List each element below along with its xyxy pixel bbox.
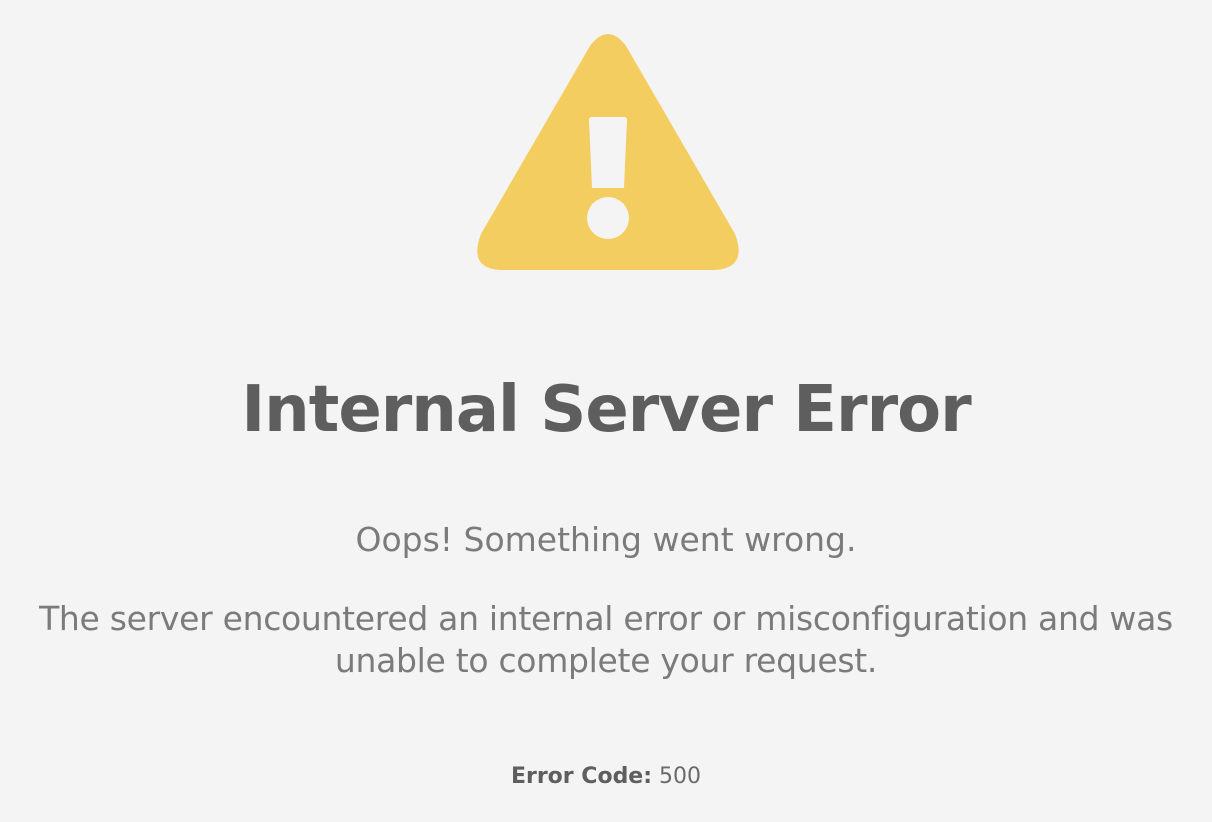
error-subtitle: Oops! Something went wrong.: [355, 520, 857, 559]
page-title: Internal Server Error: [241, 373, 971, 447]
warning-triangle-icon: [477, 34, 739, 270]
error-code-label: Error Code:: [510, 764, 653, 789]
error-description: The server encountered an internal error…: [39, 599, 1173, 680]
error-code-value: 500: [659, 764, 702, 789]
error-code: Error Code: 500: [0, 762, 1212, 792]
